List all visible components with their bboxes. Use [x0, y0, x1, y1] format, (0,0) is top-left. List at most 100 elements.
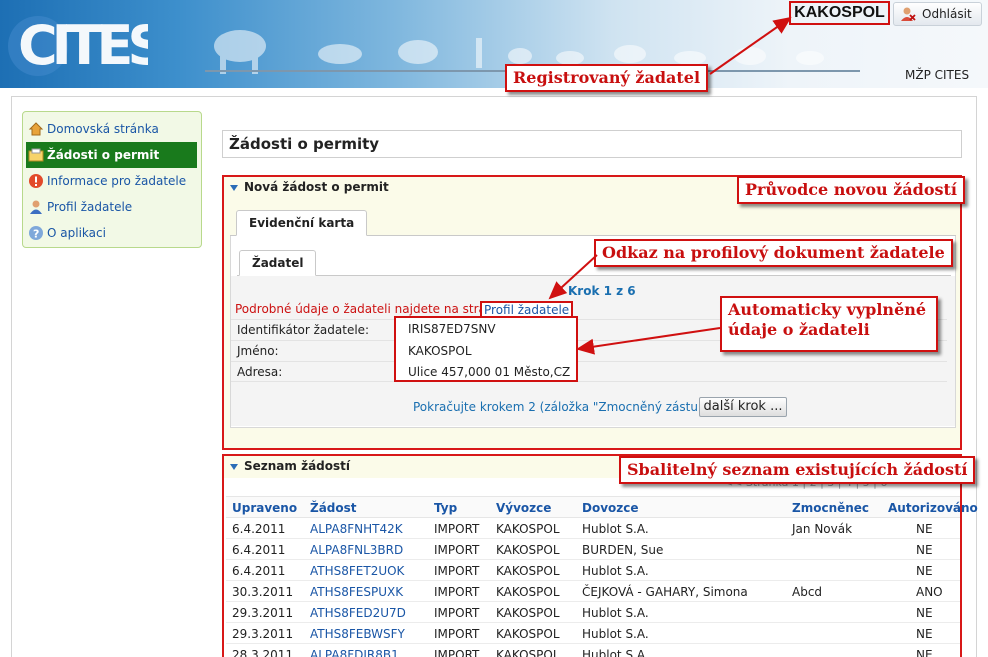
logout-user-icon — [901, 7, 916, 21]
cell-authorized: NE — [916, 543, 933, 557]
sidebar-item-label: Domovská stránka — [47, 122, 159, 136]
table-row[interactable]: 6.4.2011 ALPA8FNHT42K IMPORT KAKOSPOL Hublot… — [226, 518, 960, 539]
sidebar-item-home[interactable]: Domovská stránka — [23, 116, 201, 142]
callout-wizard: Průvodce novou žádostí — [737, 176, 966, 204]
cell-exporter: KAKOSPOL — [496, 627, 560, 641]
cell-authorized: NE — [916, 627, 933, 641]
cell-agent: Jan Novák — [792, 522, 853, 536]
tab-registration-card[interactable]: Evidenční karta — [236, 210, 368, 236]
cell-importer: Hublot S.A. — [582, 564, 649, 578]
autofilled-values-box: IRIS87ED7SNV KAKOSPOL Ulice 457,000 01 M… — [394, 316, 578, 382]
callout-autofill: Automaticky vyplněné údaje o žadateli — [720, 296, 938, 352]
cell-authorized: NE — [916, 564, 933, 578]
cell-authorized: ANO — [916, 585, 943, 599]
col-type[interactable]: Typ — [434, 501, 457, 515]
table-body: 6.4.2011 ALPA8FNHT42K IMPORT KAKOSPOL Hublot… — [226, 518, 960, 657]
col-exporter[interactable]: Vývozce — [496, 501, 551, 515]
cell-exporter: KAKOSPOL — [496, 648, 560, 657]
cell-exporter: KAKOSPOL — [496, 543, 560, 557]
logout-button[interactable]: Odhlásit — [893, 2, 982, 26]
cites-logo: CITES — [8, 14, 148, 77]
col-updated[interactable]: Upraveno — [232, 501, 297, 515]
collapse-triangle-icon[interactable] — [230, 185, 238, 191]
table-row[interactable]: 29.3.2011 ATHS8FEBWSFY IMPORT KAKOSPOL Hublo… — [226, 623, 960, 644]
cell-updated: 30.3.2011 — [232, 585, 294, 599]
cell-request[interactable]: ALPA8FDJR8B1 — [310, 648, 399, 657]
callout-profile-link: Odkaz na profilový dokument žadatele — [594, 239, 953, 267]
sidebar-item-info[interactable]: Informace pro žadatele — [23, 168, 201, 194]
sidebar-item-label: Profil žadatele — [47, 200, 133, 214]
cell-request[interactable]: ALPA8FNL3BRD — [310, 543, 403, 557]
sidebar-item-label: Informace pro žadatele — [47, 174, 187, 188]
table-row[interactable]: 29.3.2011 ATHS8FED2U7D IMPORT KAKOSPOL Hublo… — [226, 602, 960, 623]
sidebar-item-profile[interactable]: Profil žadatele — [23, 194, 201, 220]
collapse-triangle-icon[interactable] — [230, 464, 238, 470]
new-request-title: Nová žádost o permit — [244, 180, 389, 194]
home-icon — [28, 121, 44, 137]
cell-type: IMPORT — [434, 627, 480, 641]
table-row[interactable]: 6.4.2011 ALPA8FNL3BRD IMPORT KAKOSPOL BURDEN… — [226, 539, 960, 560]
svg-text:?: ? — [33, 228, 39, 241]
cell-authorized: NE — [916, 522, 933, 536]
cell-importer: Hublot S.A. — [582, 606, 649, 620]
table-row[interactable]: 6.4.2011 ATHS8FET2UOK IMPORT KAKOSPOL Hublot… — [226, 560, 960, 581]
callout-autofill-line2: údaje o žadateli — [728, 320, 870, 339]
cell-type: IMPORT — [434, 564, 480, 578]
cell-importer: Hublot S.A. — [582, 522, 649, 536]
cell-authorized: NE — [916, 606, 933, 620]
cell-updated: 6.4.2011 — [232, 564, 286, 578]
callout-list: Sbalitelný seznam existujících žádostí — [619, 456, 976, 484]
tab-applicant[interactable]: Žadatel — [239, 250, 317, 276]
request-list-panel: Seznam žádostí << Stránka 1 | 2 | 3 | 4 … — [222, 454, 978, 657]
detail-text: Podrobné údaje o žadateli najdete na str… — [235, 302, 508, 316]
logout-label: Odhlásit — [922, 7, 972, 21]
cell-importer: Hublot S.A. — [582, 627, 649, 641]
table-header: Upraveno Žádost Typ Vývozce Dovozce Zmoc… — [226, 496, 978, 518]
request-list-title: Seznam žádostí — [244, 459, 350, 473]
cell-request[interactable]: ATHS8FEBWSFY — [310, 627, 405, 641]
col-request[interactable]: Žádost — [310, 501, 357, 515]
continue-text: Pokračujte krokem 2 (záložka "Zmocněný z… — [413, 400, 730, 414]
field-label: Jméno: — [237, 344, 279, 358]
page-title: Žádosti o permity — [222, 130, 962, 158]
table-row[interactable]: 30.3.2011 ATHS8FESPUXK IMPORT KAKOSPOL ČEJKO… — [226, 581, 960, 602]
cell-type: IMPORT — [434, 585, 480, 599]
col-authorized[interactable]: Autorizováno — [888, 501, 978, 515]
cell-type: IMPORT — [434, 543, 480, 557]
cell-updated: 6.4.2011 — [232, 543, 286, 557]
cell-request[interactable]: ATHS8FET2UOK — [310, 564, 404, 578]
cell-updated: 28.3.2011 — [232, 648, 294, 657]
user-icon — [28, 199, 44, 215]
folder-icon — [28, 147, 44, 163]
sidebar-item-about[interactable]: ? O aplikaci — [23, 220, 201, 246]
requests-table: Upraveno Žádost Typ Vývozce Dovozce Zmoc… — [226, 496, 978, 657]
help-icon: ? — [28, 225, 44, 241]
cell-agent: Abcd — [792, 585, 823, 599]
cell-exporter: KAKOSPOL — [496, 522, 560, 536]
col-importer[interactable]: Dovozce — [582, 501, 639, 515]
callout-registered-applicant: Registrovaný žadatel — [505, 64, 709, 92]
cell-exporter: KAKOSPOL — [496, 585, 560, 599]
sidebar-item-requests[interactable]: Žádosti o permit — [26, 142, 197, 168]
alert-icon — [28, 173, 44, 189]
cell-type: IMPORT — [434, 648, 480, 657]
applicant-address-value: Ulice 457,000 01 Město,CZ — [408, 365, 571, 379]
sidebar-item-label: Žádosti o permit — [47, 148, 160, 162]
cell-importer: BURDEN, Sue — [582, 543, 664, 557]
table-row[interactable]: 28.3.2011 ALPA8FDJR8B1 IMPORT KAKOSPOL Hublo… — [226, 644, 960, 657]
cell-type: IMPORT — [434, 606, 480, 620]
tab-strip: Evidenční karta — [230, 210, 956, 236]
user-name-badge: KAKOSPOL — [789, 1, 890, 25]
field-label: Adresa: — [237, 365, 283, 379]
cell-exporter: KAKOSPOL — [496, 564, 560, 578]
cell-authorized: NE — [916, 648, 933, 657]
col-agent[interactable]: Zmocněnec — [792, 501, 869, 515]
header-links[interactable]: MŽP CITES — [905, 68, 969, 82]
applicant-name-value: KAKOSPOL — [408, 344, 472, 358]
cell-request[interactable]: ALPA8FNHT42K — [310, 522, 403, 536]
next-step-button[interactable]: další krok ... — [699, 397, 787, 417]
cell-updated: 29.3.2011 — [232, 606, 294, 620]
step-indicator: Krok 1 z 6 — [568, 284, 636, 298]
cell-request[interactable]: ATHS8FED2U7D — [310, 606, 406, 620]
cell-request[interactable]: ATHS8FESPUXK — [310, 585, 403, 599]
